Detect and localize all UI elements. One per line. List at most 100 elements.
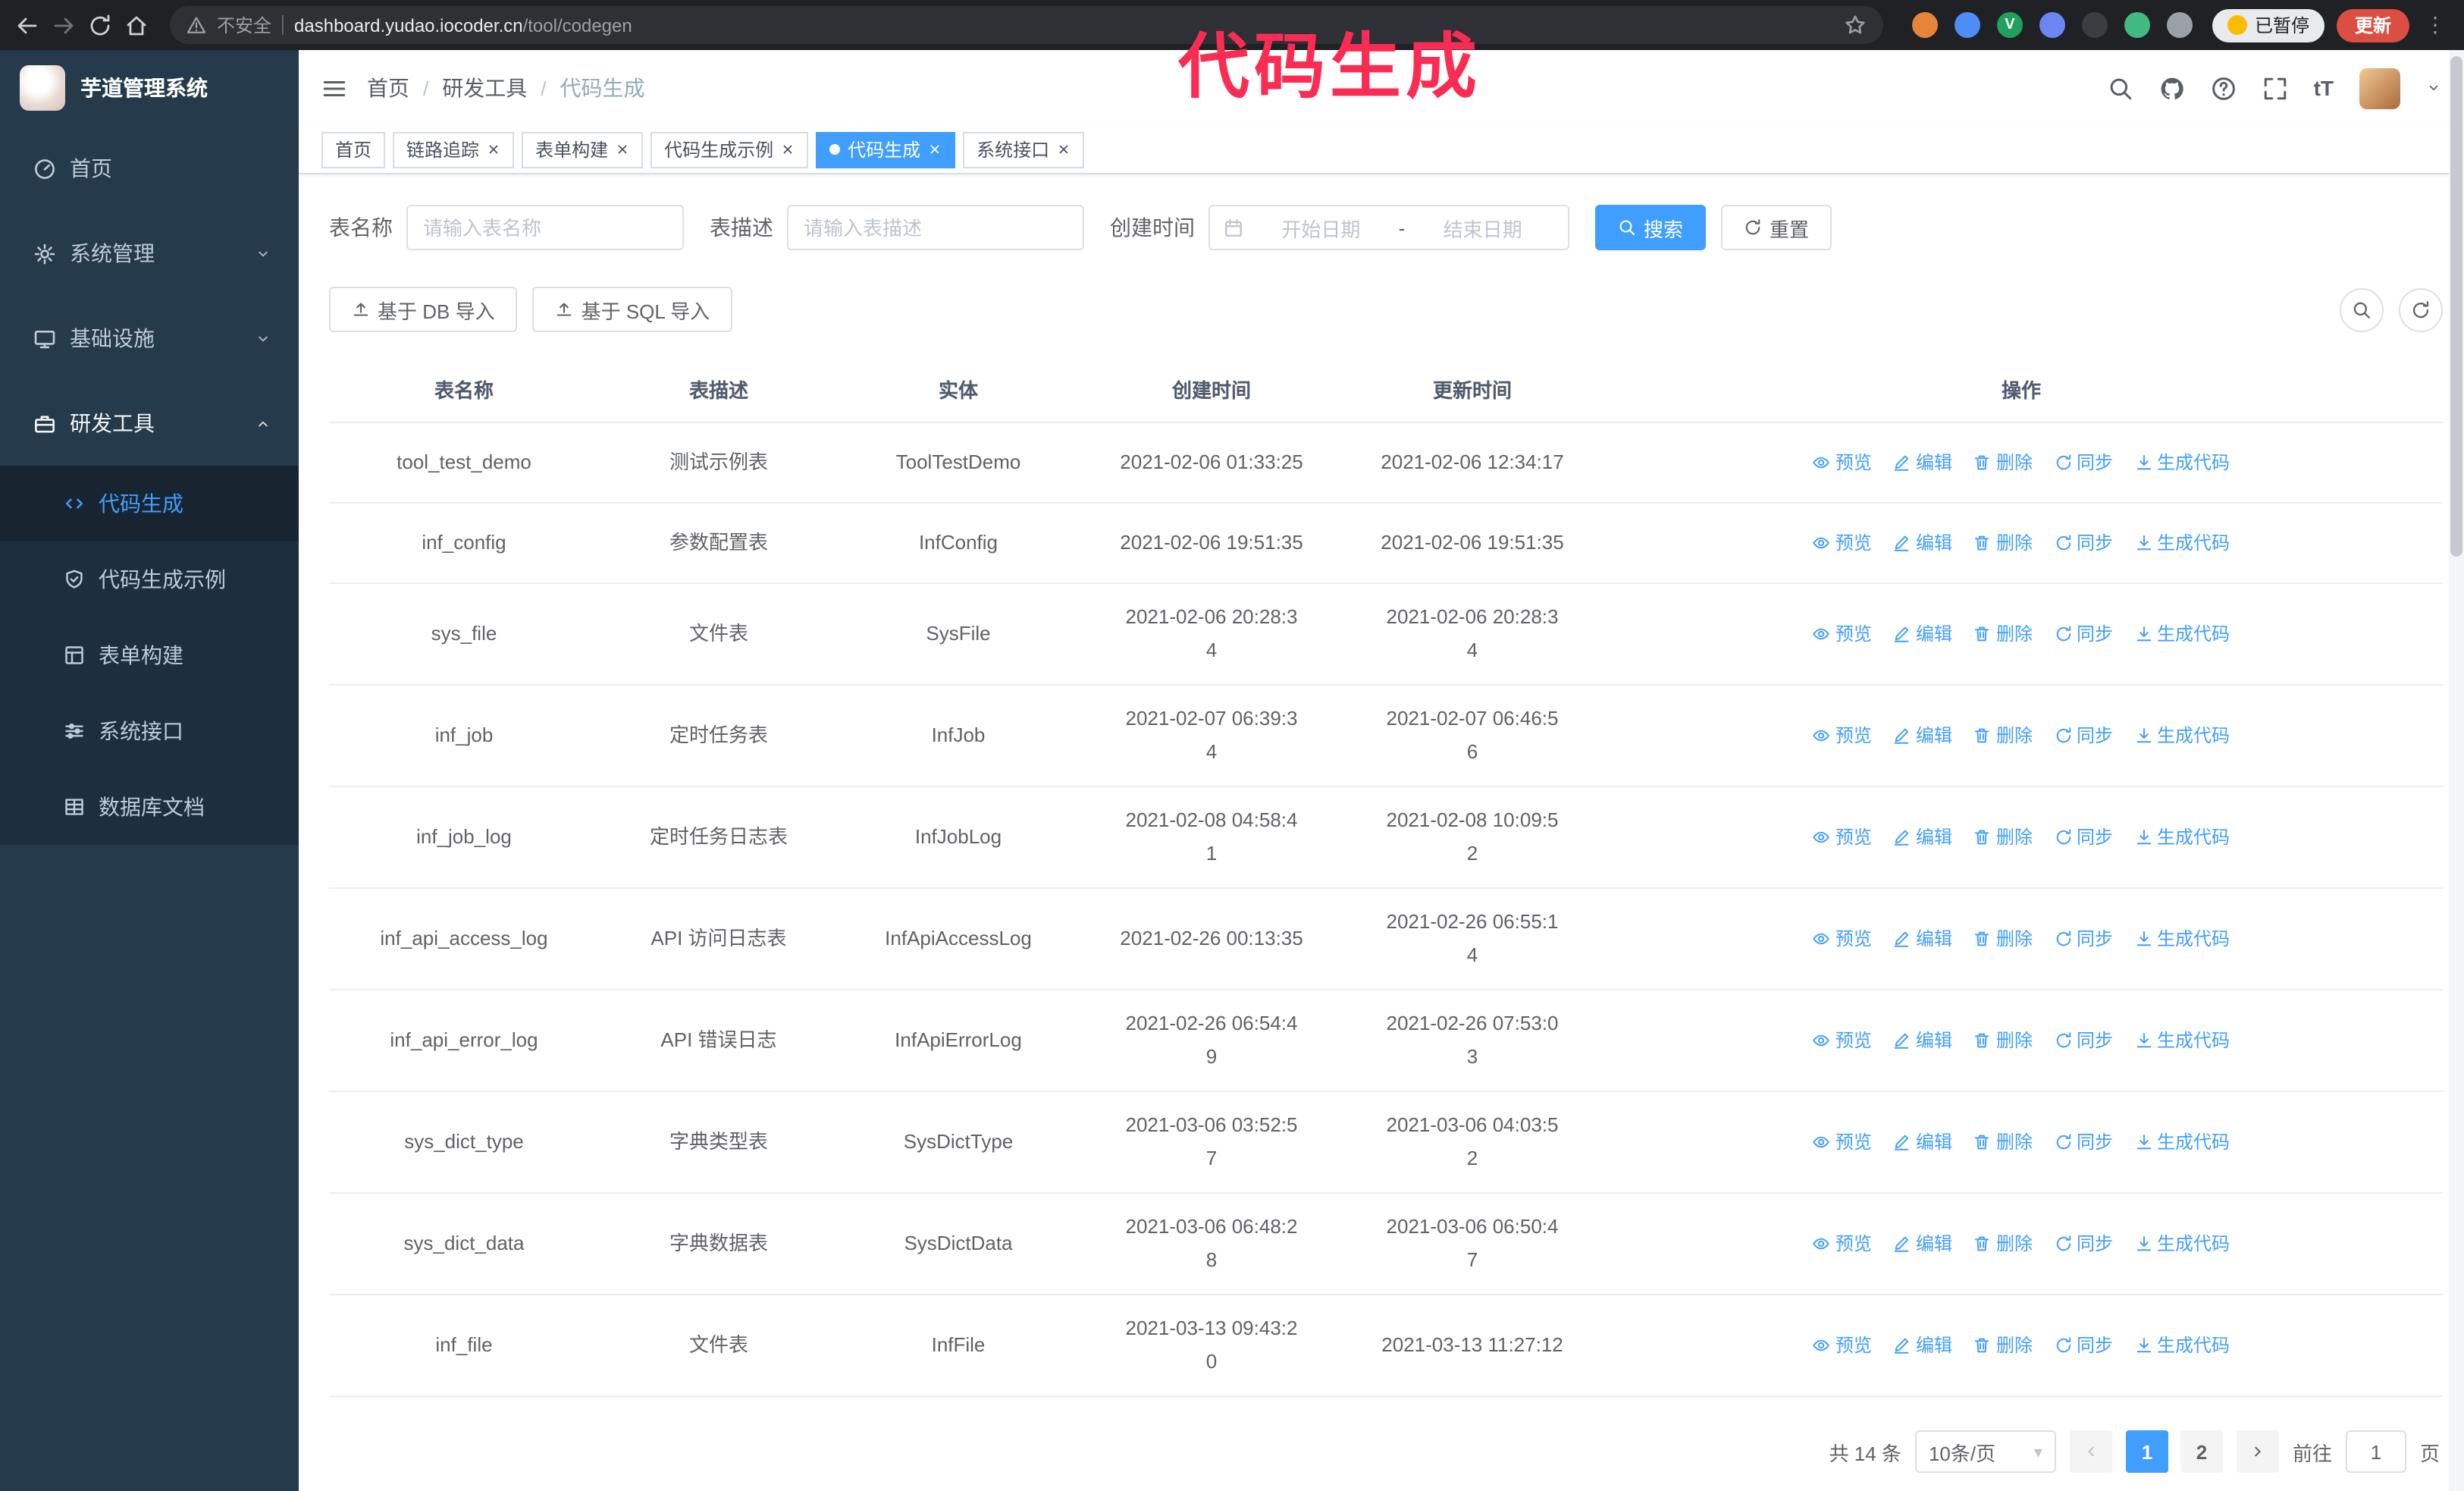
edit-link[interactable]: 编辑 — [1893, 617, 1952, 651]
next-page-button[interactable] — [2236, 1430, 2279, 1473]
preview-link[interactable]: 预览 — [1813, 719, 1872, 752]
search-icon[interactable] — [2108, 75, 2133, 101]
search-button[interactable]: 搜索 — [1595, 205, 1707, 250]
sync-link[interactable]: 同步 — [2054, 1024, 2113, 1057]
page-button-2[interactable]: 2 — [2180, 1430, 2223, 1473]
sync-link[interactable]: 同步 — [2054, 922, 2113, 956]
sidebar-item-db-doc[interactable]: 数据库文档 — [0, 769, 299, 845]
generate-link[interactable]: 生成代码 — [2134, 719, 2230, 752]
preview-link[interactable]: 预览 — [1813, 1125, 1872, 1159]
browser-menu-icon[interactable]: ⋮ — [2422, 12, 2449, 38]
sidebar-item-devtools[interactable]: 研发工具 — [0, 381, 299, 466]
caret-down-icon[interactable] — [2426, 80, 2441, 96]
delete-link[interactable]: 删除 — [1973, 1227, 2033, 1260]
edit-link[interactable]: 编辑 — [1893, 821, 1952, 854]
delete-link[interactable]: 删除 — [1973, 617, 2033, 651]
sidebar-item-codegen[interactable]: 代码生成 — [0, 466, 299, 541]
sidebar-item-infra[interactable]: 基础设施 — [0, 296, 299, 381]
scrollbar-thumb[interactable] — [2450, 56, 2462, 557]
edit-link[interactable]: 编辑 — [1893, 1227, 1952, 1260]
delete-link[interactable]: 删除 — [1973, 922, 2033, 956]
delete-link[interactable]: 删除 — [1973, 1329, 2033, 1362]
tab-tracing[interactable]: 链路追踪 — [393, 131, 515, 168]
sidebar-item-system[interactable]: 系统管理 — [0, 211, 299, 296]
generate-link[interactable]: 生成代码 — [2134, 1329, 2230, 1362]
sidebar-item-form-builder[interactable]: 表单构建 — [0, 617, 299, 693]
update-button[interactable]: 更新 — [2336, 8, 2409, 42]
extension-icon-people[interactable] — [2039, 12, 2065, 38]
preview-link[interactable]: 预览 — [1813, 1227, 1872, 1260]
delete-link[interactable]: 删除 — [1973, 719, 2033, 752]
font-size-icon[interactable]: tT — [2314, 76, 2334, 100]
sync-link[interactable]: 同步 — [2054, 1329, 2113, 1362]
preview-link[interactable]: 预览 — [1813, 1329, 1872, 1362]
browser-back-icon[interactable] — [15, 13, 39, 37]
tab-codegen[interactable]: 代码生成 — [816, 131, 956, 168]
generate-link[interactable]: 生成代码 — [2134, 1227, 2230, 1260]
refresh-table-button[interactable] — [2399, 287, 2443, 331]
extension-icon-blue[interactable] — [1954, 12, 1980, 38]
generate-link[interactable]: 生成代码 — [2134, 1024, 2230, 1057]
date-range-picker[interactable]: 开始日期 - 结束日期 — [1208, 205, 1569, 250]
close-icon[interactable] — [616, 143, 629, 156]
sidebar-item-codegen-demo[interactable]: 代码生成示例 — [0, 541, 299, 617]
extension-icon-green-v[interactable]: V — [1996, 12, 2023, 38]
bookmark-star-icon[interactable] — [1844, 14, 1867, 36]
generate-link[interactable]: 生成代码 — [2134, 526, 2230, 560]
tab-home[interactable]: 首页 — [321, 131, 386, 168]
goto-page-input[interactable] — [2345, 1430, 2406, 1473]
generate-link[interactable]: 生成代码 — [2134, 922, 2230, 956]
import-db-button[interactable]: 基于 DB 导入 — [329, 287, 518, 332]
generate-link[interactable]: 生成代码 — [2134, 617, 2230, 651]
sync-link[interactable]: 同步 — [2054, 526, 2113, 560]
edit-link[interactable]: 编辑 — [1893, 1024, 1952, 1057]
sync-link[interactable]: 同步 — [2054, 617, 2113, 651]
preview-link[interactable]: 预览 — [1813, 821, 1872, 854]
generate-link[interactable]: 生成代码 — [2134, 1125, 2230, 1159]
browser-forward-icon[interactable] — [52, 13, 76, 37]
sidebar-item-api[interactable]: 系统接口 — [0, 693, 299, 769]
import-sql-button[interactable]: 基于 SQL 导入 — [532, 287, 733, 332]
extension-icon-orange[interactable] — [1911, 12, 1938, 38]
sync-link[interactable]: 同步 — [2054, 719, 2113, 752]
tab-codegen-demo[interactable]: 代码生成示例 — [650, 131, 809, 168]
preview-link[interactable]: 预览 — [1813, 446, 1872, 479]
tab-form-builder[interactable]: 表单构建 — [522, 131, 644, 168]
question-icon[interactable] — [2211, 75, 2237, 101]
sidebar-item-home[interactable]: 首页 — [0, 126, 299, 211]
edit-link[interactable]: 编辑 — [1893, 719, 1952, 752]
sync-link[interactable]: 同步 — [2054, 1227, 2113, 1260]
edit-link[interactable]: 编辑 — [1893, 922, 1952, 956]
generate-link[interactable]: 生成代码 — [2134, 821, 2230, 854]
generate-link[interactable]: 生成代码 — [2134, 446, 2230, 479]
breadcrumb-item[interactable]: 研发工具 — [442, 73, 527, 103]
sync-link[interactable]: 同步 — [2054, 1125, 2113, 1159]
edit-link[interactable]: 编辑 — [1893, 1125, 1952, 1159]
extension-icon-dark[interactable] — [2081, 12, 2108, 38]
delete-link[interactable]: 删除 — [1973, 1024, 2033, 1057]
preview-link[interactable]: 预览 — [1813, 526, 1872, 560]
table-desc-input[interactable] — [787, 205, 1084, 250]
sync-paused-badge[interactable]: 已暂停 — [2212, 8, 2324, 42]
breadcrumb-item[interactable]: 首页 — [367, 73, 409, 103]
sync-link[interactable]: 同步 — [2054, 821, 2113, 854]
sync-link[interactable]: 同步 — [2054, 446, 2113, 479]
app-logo[interactable]: 芋道管理系统 — [0, 50, 299, 126]
user-avatar[interactable] — [2359, 67, 2400, 108]
prev-page-button[interactable] — [2069, 1430, 2112, 1473]
edit-link[interactable]: 编辑 — [1893, 526, 1952, 560]
vue-devtools-icon[interactable] — [2124, 12, 2150, 38]
close-icon[interactable] — [1057, 143, 1071, 156]
collapse-menu-icon[interactable] — [321, 75, 347, 101]
github-icon[interactable] — [2159, 75, 2185, 101]
edit-link[interactable]: 编辑 — [1893, 1329, 1952, 1362]
page-button-1[interactable]: 1 — [2125, 1430, 2168, 1473]
extensions-puzzle-icon[interactable] — [2166, 12, 2193, 38]
delete-link[interactable]: 删除 — [1973, 821, 2033, 854]
scrollbar[interactable] — [2449, 50, 2464, 1491]
preview-link[interactable]: 预览 — [1813, 922, 1872, 956]
page-size-select[interactable]: 10条/页 ▾ — [1914, 1430, 2056, 1473]
preview-link[interactable]: 预览 — [1813, 617, 1872, 651]
address-bar[interactable]: 不安全 dashboard.yudao.iocoder.cn/tool/code… — [170, 6, 1883, 44]
toggle-search-button[interactable] — [2340, 287, 2384, 331]
